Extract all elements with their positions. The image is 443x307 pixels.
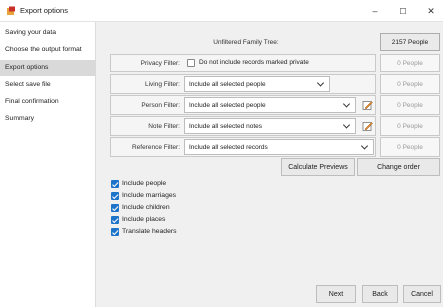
include-marriages-checkbox[interactable]: [111, 192, 119, 200]
sidebar-item-export-options[interactable]: Export options: [0, 60, 96, 76]
window-title: Export options: [20, 6, 68, 15]
chevron-down-icon: [360, 142, 369, 150]
include-marriages-label: Include marriages: [122, 192, 177, 199]
include-children-checkbox[interactable]: [111, 204, 119, 212]
note-filter-label: Note Filter:: [148, 123, 180, 130]
include-children-label: Include children: [122, 204, 170, 211]
living-filter-value: Include all selected people: [189, 80, 266, 88]
privacy-checkbox-label: Do not include records marked private: [199, 59, 309, 66]
next-button[interactable]: Next: [316, 285, 356, 303]
change-order-button[interactable]: Change order: [357, 158, 440, 176]
sidebar-item-select-save-file[interactable]: Select save file: [0, 77, 96, 93]
living-filter-label: Living Filter:: [144, 81, 180, 88]
close-button[interactable]: ✕: [420, 0, 442, 22]
note-filter-dropdown[interactable]: Include all selected notes: [184, 118, 356, 134]
privacy-checkbox[interactable]: [187, 59, 195, 67]
person-filter-label: Person Filter:: [141, 102, 180, 109]
living-count: 0 People: [380, 74, 440, 94]
cancel-button[interactable]: Cancel: [403, 285, 441, 303]
chevron-down-icon: [316, 79, 325, 87]
sidebar-item-final-confirmation[interactable]: Final confirmation: [0, 94, 96, 110]
include-people-checkbox[interactable]: [111, 180, 119, 188]
note-filter-value: Include all selected notes: [189, 122, 262, 130]
app-icon: [7, 6, 15, 15]
reference-count: 0 People: [380, 137, 440, 157]
back-button[interactable]: Back: [362, 285, 398, 303]
maximize-button[interactable]: ☐: [392, 0, 414, 22]
privacy-filter-label: Privacy Filter:: [140, 60, 180, 67]
living-filter-dropdown[interactable]: Include all selected people: [184, 76, 330, 92]
wizard-sidebar: Saving your data Choose the output forma…: [0, 22, 96, 307]
reference-filter-label: Reference Filter:: [131, 144, 180, 151]
chevron-down-icon: [342, 121, 351, 129]
translate-headers-checkbox[interactable]: [111, 228, 119, 236]
note-count: 0 People: [380, 116, 440, 136]
person-filter-value: Include all selected people: [189, 101, 266, 109]
person-filter-dropdown[interactable]: Include all selected people: [184, 97, 356, 113]
title-bar: Export options – ☐ ✕: [0, 0, 443, 22]
person-count: 0 People: [380, 95, 440, 115]
unfiltered-count-button[interactable]: 2157 People: [380, 33, 440, 51]
minimize-button[interactable]: –: [364, 0, 386, 22]
include-places-checkbox[interactable]: [111, 216, 119, 224]
edit-person-filter-icon[interactable]: [362, 100, 373, 111]
reference-filter-dropdown[interactable]: Include all selected records: [184, 139, 374, 155]
sidebar-item-summary[interactable]: Summary: [0, 111, 96, 127]
chevron-down-icon: [342, 100, 351, 108]
edit-note-filter-icon[interactable]: [362, 121, 373, 132]
privacy-count: 0 People: [380, 54, 440, 72]
translate-headers-label: Translate headers: [122, 228, 177, 235]
calculate-previews-button[interactable]: Calculate Previews: [281, 158, 355, 176]
sidebar-item-choose-output-format[interactable]: Choose the output format: [0, 42, 96, 58]
include-places-label: Include places: [122, 216, 166, 223]
unfiltered-tree-label: Unfiltered Family Tree:: [213, 39, 279, 46]
sidebar-item-saving-your-data[interactable]: Saving your data: [0, 25, 96, 41]
reference-filter-value: Include all selected records: [189, 143, 268, 151]
include-people-label: Include people: [122, 180, 167, 187]
